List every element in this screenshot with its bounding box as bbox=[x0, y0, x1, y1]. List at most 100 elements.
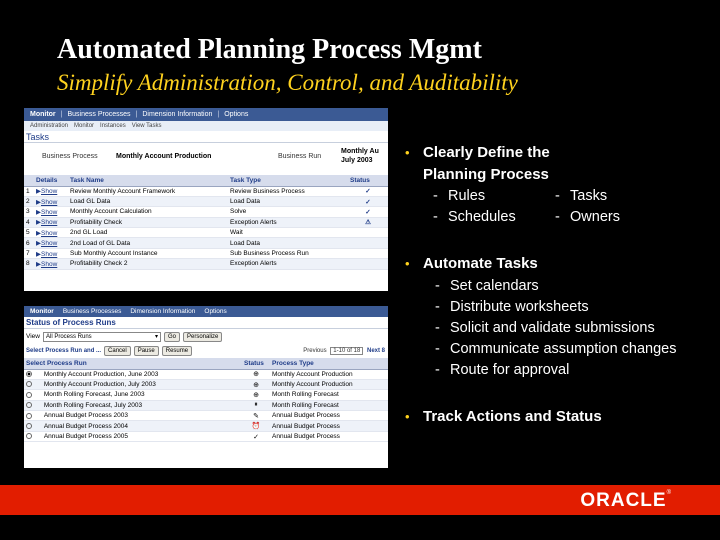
table-row: Month Rolling Forecast, June 2003 ⊕ Month … bbox=[24, 389, 388, 401]
show-link-text[interactable]: Show bbox=[41, 209, 57, 216]
view-select[interactable]: All Process Runs ▾ bbox=[42, 331, 161, 342]
breadcrumb-item[interactable]: Administration bbox=[30, 123, 68, 129]
col-process-type[interactable]: Process Type bbox=[270, 358, 388, 370]
table-row: Month Rolling Forecast, July 2003 ⏸ Month … bbox=[24, 400, 388, 412]
select-radio[interactable] bbox=[26, 381, 32, 388]
show-link-text[interactable]: Show bbox=[41, 199, 57, 206]
show-link-text[interactable]: Show bbox=[41, 251, 57, 258]
table-row: 1 ▶Show Review Monthly Account Framework Re… bbox=[24, 186, 388, 197]
personalize-button[interactable]: Personalize bbox=[183, 331, 223, 342]
table-row: Monthly Account Production, June 2003 ⊕ Mo… bbox=[24, 369, 388, 380]
view-row: View All Process Runs ▾ Go Personalize bbox=[24, 329, 388, 344]
task-name: Review Monthly Account Framework bbox=[68, 186, 228, 197]
row-number: 7 bbox=[24, 248, 34, 260]
nav-dimension-information[interactable]: Dimension Information bbox=[130, 308, 195, 315]
table-row: 2 ▶Show Load GL Data Load Data ✓ bbox=[24, 196, 388, 208]
status-icon bbox=[348, 248, 388, 260]
actions-row: Select Process Run and ... Cancel Pause … bbox=[24, 344, 388, 358]
nav-monitor[interactable]: Monitor bbox=[30, 308, 54, 315]
process-type: Monthly Account Production bbox=[270, 379, 388, 391]
select-radio[interactable] bbox=[26, 433, 32, 440]
business-run-value-line2: July 2003 bbox=[341, 157, 373, 164]
task-name: Load GL Data bbox=[68, 196, 228, 208]
process-run-name[interactable]: Annual Budget Process 2004 bbox=[44, 423, 128, 430]
bullet-text-line2: Planning Process bbox=[423, 166, 549, 183]
task-type: Exception Alerts bbox=[228, 258, 348, 270]
sub-item: - Set calendars bbox=[435, 278, 539, 294]
nav-options[interactable]: Options bbox=[224, 111, 248, 118]
show-details-link[interactable]: ▶Show bbox=[34, 227, 68, 239]
process-run-cell: Month Rolling Forecast, July 2003 bbox=[24, 400, 242, 412]
show-link-text[interactable]: Show bbox=[41, 261, 57, 268]
run-status-icon: ✓ bbox=[242, 431, 270, 443]
process-type: Annual Budget Process bbox=[270, 431, 388, 443]
col-task-name[interactable]: Task Name bbox=[68, 175, 228, 187]
task-type: Load Data bbox=[228, 196, 348, 208]
show-link-text[interactable]: Show bbox=[41, 219, 57, 226]
pager-range-select[interactable]: 1-10 of 18 bbox=[330, 347, 364, 355]
select-radio[interactable] bbox=[26, 370, 32, 377]
show-details-link[interactable]: ▶Show bbox=[34, 258, 68, 270]
row-number: 8 bbox=[24, 258, 34, 270]
task-name: Profitability Check 2 bbox=[68, 258, 228, 270]
process-run-name[interactable]: Monthly Account Production, July 2003 bbox=[44, 381, 156, 388]
show-details-link[interactable]: ▶Show bbox=[34, 196, 68, 208]
process-run-name[interactable]: Annual Budget Process 2005 bbox=[44, 433, 128, 440]
col-status[interactable]: Status bbox=[242, 358, 270, 370]
show-link-text[interactable]: Show bbox=[41, 188, 57, 195]
slide-subtitle: Simplify Administration, Control, and Au… bbox=[57, 70, 518, 95]
business-run-value-line1: Monthly Au bbox=[341, 148, 379, 155]
nav-business-processes[interactable]: Business Processes bbox=[63, 308, 122, 315]
breadcrumb-item[interactable]: Instances bbox=[100, 123, 126, 129]
breadcrumb-item[interactable]: Monitor bbox=[74, 123, 94, 129]
business-run-value: Monthly Au July 2003 bbox=[341, 147, 379, 165]
pager-previous[interactable]: Previous bbox=[303, 348, 326, 354]
col-task-type[interactable]: Task Type bbox=[228, 175, 348, 187]
col-select-process-run[interactable]: Select Process Run bbox=[24, 358, 242, 370]
pause-button[interactable]: Pause bbox=[133, 346, 159, 356]
show-link-text[interactable]: Show bbox=[41, 230, 57, 237]
nav-monitor[interactable]: Monitor bbox=[30, 111, 56, 118]
sub-item: - Distribute worksheets bbox=[435, 299, 589, 315]
select-radio[interactable] bbox=[26, 412, 32, 419]
process-run-name[interactable]: Month Rolling Forecast, July 2003 bbox=[44, 402, 142, 409]
show-details-link[interactable]: ▶Show bbox=[34, 217, 68, 229]
sub-item-rules: - Rules bbox=[433, 188, 486, 204]
process-run-name[interactable]: Month Rolling Forecast, June 2003 bbox=[44, 391, 145, 398]
pager-next[interactable]: Next 8 bbox=[367, 348, 385, 354]
select-radio[interactable] bbox=[26, 422, 32, 429]
table-row: 3 ▶Show Monthly Account Calculation Solve ✓ bbox=[24, 206, 388, 218]
show-link-text[interactable]: Show bbox=[41, 240, 57, 247]
run-status-icon: ⏰ bbox=[242, 420, 270, 432]
go-button[interactable]: Go bbox=[163, 331, 180, 342]
nav-business-processes[interactable]: Business Processes bbox=[68, 111, 131, 118]
nav-dimension-information[interactable]: Dimension Information bbox=[142, 111, 212, 118]
nav-options[interactable]: Options bbox=[204, 308, 226, 315]
show-details-link[interactable]: ▶Show bbox=[34, 237, 68, 249]
process-runs-screenshot: Monitor Business Processes Dimension Inf… bbox=[24, 306, 388, 468]
show-details-link[interactable]: ▶Show bbox=[34, 206, 68, 218]
show-details-link[interactable]: ▶Show bbox=[34, 186, 68, 197]
status-icon: ✓ bbox=[348, 206, 388, 218]
show-details-link[interactable]: ▶Show bbox=[34, 248, 68, 260]
select-process-run-label: Select Process Run and ... bbox=[26, 348, 102, 354]
bullet-dot-icon: • bbox=[405, 256, 410, 271]
bullet-dot-icon: • bbox=[405, 145, 410, 160]
process-type: Month Rolling Forecast bbox=[270, 400, 388, 412]
cancel-button[interactable]: Cancel bbox=[104, 346, 131, 356]
process-run-name[interactable]: Annual Budget Process 2003 bbox=[44, 412, 128, 419]
status-icon: ⚠ bbox=[348, 217, 388, 229]
select-radio[interactable] bbox=[26, 391, 32, 398]
process-runs-heading: Status of Process Runs bbox=[24, 317, 388, 329]
col-status[interactable]: Status bbox=[348, 175, 388, 187]
col-details[interactable]: Details bbox=[34, 175, 68, 187]
process-run-name[interactable]: Monthly Account Production, June 2003 bbox=[44, 371, 159, 378]
breadcrumb-item: View Tasks bbox=[131, 123, 162, 129]
task-type: Sub Business Process Run bbox=[228, 248, 348, 260]
slide-title: Automated Planning Process Mgmt bbox=[57, 34, 482, 65]
run-status-icon: ⊕ bbox=[242, 369, 270, 380]
oracle-logo: ORACLE® bbox=[580, 490, 672, 511]
select-radio[interactable] bbox=[26, 402, 32, 409]
resume-button[interactable]: Resume bbox=[161, 346, 193, 356]
nav-separator: | bbox=[135, 111, 138, 118]
